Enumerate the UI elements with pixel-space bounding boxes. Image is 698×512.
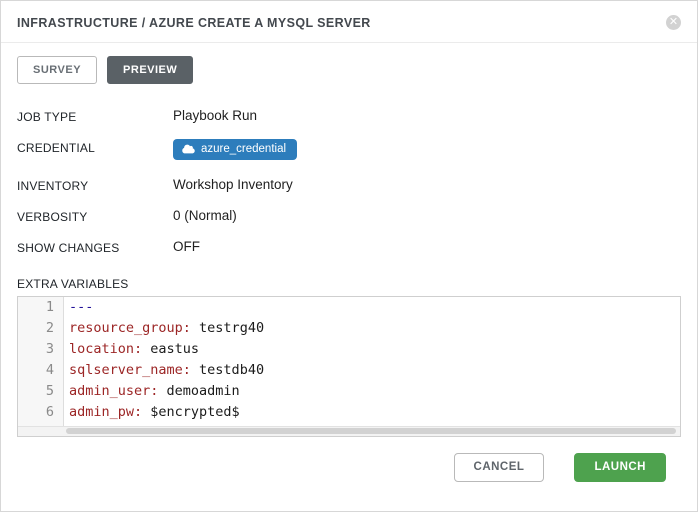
credential-label: CREDENTIAL (17, 139, 173, 155)
line-number: 3 (18, 339, 63, 360)
extra-variables-editor[interactable]: 1 --- 2 resource_group: testrg40 3 locat… (17, 296, 681, 437)
close-icon[interactable]: ✕ (666, 15, 681, 30)
scrollbar-thumb[interactable] (66, 428, 676, 434)
verbosity-value: 0 (Normal) (173, 208, 237, 223)
code-line: 1 --- (18, 297, 680, 318)
job-type-value: Playbook Run (173, 108, 257, 123)
line-number: 2 (18, 318, 63, 339)
credential-badge-label: azure_credential (201, 143, 286, 155)
code-line: 4 sqlserver_name: testdb40 (18, 360, 680, 381)
detail-row-show-changes: SHOW CHANGES OFF (17, 239, 681, 255)
code-line: 3 location: eastus (18, 339, 680, 360)
code-text: admin_pw: $encrypted$ (63, 402, 240, 423)
job-type-label: JOB TYPE (17, 108, 173, 124)
extra-variables-label: EXTRA VARIABLES (17, 277, 681, 291)
detail-row-credential: CREDENTIAL azure_credential (17, 139, 681, 160)
yaml-value: testrg40 (191, 320, 264, 336)
cancel-button[interactable]: CANCEL (454, 453, 545, 482)
yaml-key: admin_pw: (69, 404, 142, 420)
tab-preview[interactable]: PREVIEW (107, 56, 193, 84)
job-launch-preview-modal: INFRASTRUCTURE / AZURE CREATE A MYSQL SE… (0, 0, 698, 512)
yaml-value: demoadmin (158, 383, 239, 399)
modal-footer: CANCEL LAUNCH (454, 453, 666, 482)
code-line: 5 admin_user: demoadmin (18, 381, 680, 402)
show-changes-label: SHOW CHANGES (17, 239, 173, 255)
yaml-key: location: (69, 341, 142, 357)
tab-bar: SURVEY PREVIEW (1, 43, 697, 84)
inventory-value: Workshop Inventory (173, 177, 293, 192)
code-text: resource_group: testrg40 (63, 318, 264, 339)
code-text: location: eastus (63, 339, 199, 360)
code-line: 2 resource_group: testrg40 (18, 318, 680, 339)
job-details: JOB TYPE Playbook Run CREDENTIAL azure_c… (1, 108, 697, 255)
modal-title: INFRASTRUCTURE / AZURE CREATE A MYSQL SE… (17, 16, 371, 30)
yaml-key: admin_user: (69, 383, 158, 399)
tab-survey[interactable]: SURVEY (17, 56, 97, 84)
cloud-icon (182, 144, 195, 154)
yaml-key: sqlserver_name: (69, 362, 191, 378)
horizontal-scrollbar[interactable] (18, 426, 680, 436)
launch-button[interactable]: LAUNCH (574, 453, 666, 482)
show-changes-value: OFF (173, 239, 200, 254)
code-line: 6 admin_pw: $encrypted$ (18, 402, 680, 423)
credential-badge[interactable]: azure_credential (173, 139, 297, 160)
verbosity-label: VERBOSITY (17, 208, 173, 224)
code-text: sqlserver_name: testdb40 (63, 360, 264, 381)
yaml-value: eastus (142, 341, 199, 357)
yaml-doc-separator: --- (69, 299, 93, 315)
inventory-label: INVENTORY (17, 177, 173, 193)
line-number: 5 (18, 381, 63, 402)
yaml-value: testdb40 (191, 362, 264, 378)
detail-row-job-type: JOB TYPE Playbook Run (17, 108, 681, 124)
code-text: admin_user: demoadmin (63, 381, 240, 402)
yaml-key: resource_group: (69, 320, 191, 336)
modal-header: INFRASTRUCTURE / AZURE CREATE A MYSQL SE… (1, 1, 697, 43)
detail-row-inventory: INVENTORY Workshop Inventory (17, 177, 681, 193)
yaml-value: $encrypted$ (142, 404, 240, 420)
line-number: 6 (18, 402, 63, 423)
code-text: --- (63, 297, 93, 318)
line-number: 1 (18, 297, 63, 318)
detail-row-verbosity: VERBOSITY 0 (Normal) (17, 208, 681, 224)
line-number: 4 (18, 360, 63, 381)
